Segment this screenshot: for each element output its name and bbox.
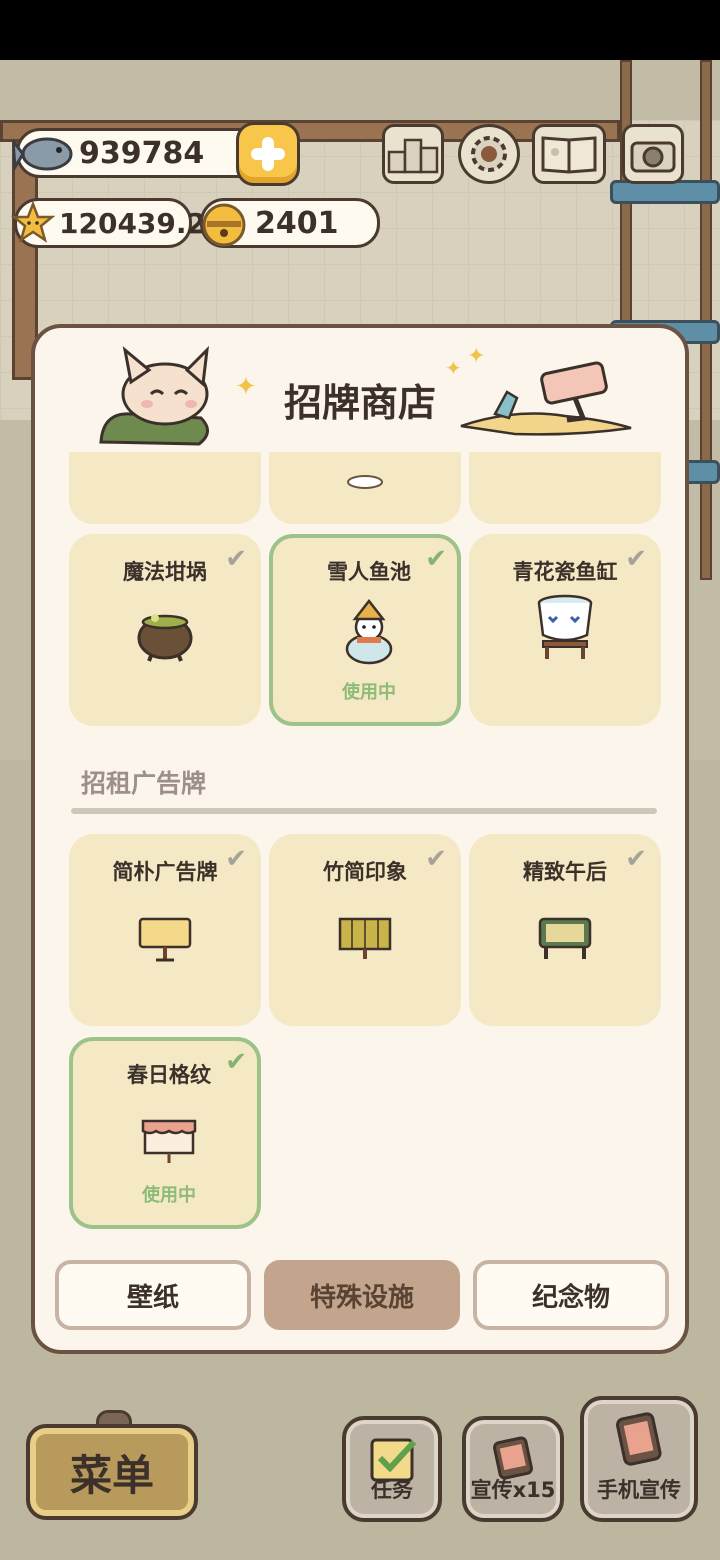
bell-currency: 2401: [200, 198, 380, 248]
item-blue-white-fish-tank[interactable]: 青花瓷鱼缸 ✔: [469, 534, 661, 726]
promote-button[interactable]: 宣传x15: [462, 1416, 564, 1522]
category-tabs: 壁纸 特殊设施 纪念物: [55, 1260, 669, 1330]
cauldron-image: [69, 596, 261, 672]
add-fish-button[interactable]: [236, 122, 300, 186]
plaid-sign-image: [73, 1103, 265, 1179]
star-currency: 120439.2: [10, 198, 206, 248]
afternoon-sign-image: [469, 900, 661, 976]
phone-promote-label: 手机宣传: [597, 1478, 681, 1502]
simple-sign-image: [69, 900, 261, 976]
paint-roller-illustration: [455, 358, 635, 438]
signboard-list[interactable]: 魔法坩埚 ✔ 雪人鱼池 ✔ 使用中 青花瓷鱼缸 ✔ 招租广告牌 简朴广告牌 ✔ …: [67, 452, 667, 1242]
bell-count: 2401: [255, 205, 339, 241]
item-snowman-fish-pond[interactable]: 雪人鱼池 ✔ 使用中: [269, 534, 461, 726]
in-use-status: 使用中: [142, 1185, 196, 1206]
check-icon: ✔: [425, 844, 447, 874]
snowman-image: [273, 594, 465, 670]
check-icon: ✔: [425, 544, 447, 574]
status-bar: [0, 0, 720, 60]
star-count: 120439.2: [59, 206, 207, 240]
porcelain-tank-image: [469, 590, 661, 666]
section-title: 招租广告牌: [81, 769, 207, 798]
tasks-label: 任务: [371, 1478, 413, 1502]
section-divider: [71, 808, 657, 814]
tab-special-facilities[interactable]: 特殊设施: [264, 1260, 460, 1330]
gear-icon[interactable]: [458, 124, 520, 184]
fish-count: 939784: [79, 135, 205, 171]
phone-icon: [609, 1410, 669, 1474]
ranking-icon[interactable]: [382, 124, 444, 184]
in-use-status: 使用中: [342, 682, 396, 703]
check-icon: ✔: [225, 1047, 247, 1077]
item-exquisite-afternoon[interactable]: 精致午后 ✔: [469, 834, 661, 1026]
list-item[interactable]: [69, 452, 261, 524]
bamboo-sign-image: [269, 900, 461, 976]
tab-souvenirs[interactable]: 纪念物: [473, 1260, 669, 1330]
phone-promote-button[interactable]: 手机宣传: [580, 1396, 698, 1522]
signboard-shop-dialog: ✦ 招牌商店 ✦ ✦ 魔法坩埚 ✔ 雪人鱼池 ✔ 使用中 青花瓷鱼缸 ✔ 招租广…: [31, 324, 689, 1354]
item-magic-cauldron[interactable]: 魔法坩埚 ✔: [69, 534, 261, 726]
check-icon: ✔: [625, 844, 647, 874]
menu-button[interactable]: 菜单: [26, 1424, 198, 1520]
promote-label: 宣传x15: [470, 1478, 556, 1502]
check-icon: ✔: [225, 844, 247, 874]
list-item[interactable]: [469, 452, 661, 524]
tab-wallpaper[interactable]: 壁纸: [55, 1260, 251, 1330]
bell-icon: [199, 199, 249, 257]
item-simple-billboard[interactable]: 简朴广告牌 ✔: [69, 834, 261, 1026]
item-bamboo-slip-impression[interactable]: 竹简印象 ✔: [269, 834, 461, 1026]
tasks-button[interactable]: 任务: [342, 1416, 442, 1522]
list-item[interactable]: [269, 452, 461, 524]
check-icon: ✔: [225, 544, 247, 574]
camera-icon[interactable]: [622, 124, 684, 184]
item-spring-plaid[interactable]: 春日格纹 ✔ 使用中: [69, 1037, 261, 1229]
fish-icon: [11, 129, 79, 187]
check-icon: ✔: [625, 544, 647, 574]
star-icon: [10, 200, 56, 252]
book-icon[interactable]: [532, 124, 606, 184]
